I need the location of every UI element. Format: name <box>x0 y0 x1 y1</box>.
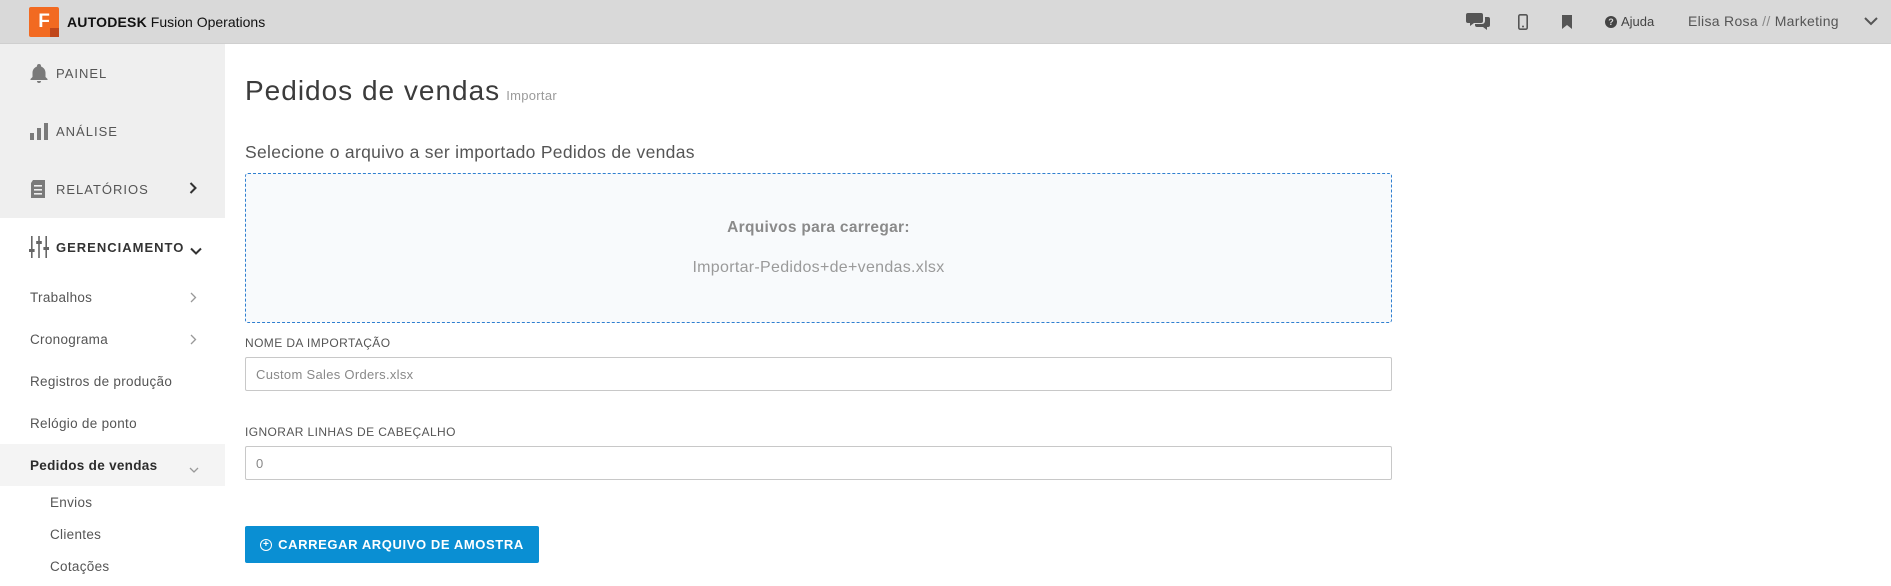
sidebar-item-pedidos-de-vendas[interactable]: Pedidos de vendas <box>0 444 225 486</box>
user-menu[interactable]: Elisa Rosa // Marketing <box>1688 13 1839 29</box>
chevron-down-icon <box>190 243 202 258</box>
sidebar-item-label: Envios <box>50 494 93 510</box>
chevron-right-icon <box>189 182 197 197</box>
sidebar-item-label: Cronograma <box>30 331 109 347</box>
sidebar-item-cronograma[interactable]: Cronograma <box>0 318 225 360</box>
page-title: Pedidos de vendas Importar <box>245 75 557 107</box>
autodesk-logo-icon: F <box>29 7 59 37</box>
sidebar-item-label: Trabalhos <box>30 289 93 305</box>
report-icon <box>29 179 49 199</box>
sidebar: PAINEL ANÁLISE RELATÓRIOS GERENCIAMENTO <box>0 44 225 586</box>
chevron-down-icon <box>189 462 199 477</box>
sidebar-item-painel[interactable]: PAINEL <box>0 44 225 102</box>
app-logo[interactable]: F AUTODESK Fusion Operations <box>29 7 265 37</box>
dropzone-title: Arquivos para carregar: <box>727 219 910 236</box>
page-subtitle: Importar <box>506 88 557 103</box>
sidebar-item-label: PAINEL <box>56 65 108 81</box>
sidebar-item-relatorios[interactable]: RELATÓRIOS <box>0 160 225 218</box>
plus-circle-icon: + <box>260 538 273 551</box>
page-title-text: Pedidos de vendas <box>245 75 501 106</box>
sidebar-item-label: Cotações <box>50 558 110 574</box>
sidebar-item-gerenciamento[interactable]: GERENCIAMENTO <box>0 218 225 276</box>
sidebar-item-cotacoes[interactable]: Cotações <box>0 550 225 582</box>
brand-product: Fusion Operations <box>150 14 266 30</box>
user-name: Elisa Rosa <box>1688 13 1758 29</box>
sidebar-item-trabalhos[interactable]: Trabalhos <box>0 276 225 318</box>
mobile-icon[interactable] <box>1518 14 1528 30</box>
sliders-icon <box>29 236 49 258</box>
sidebar-main-nav: PAINEL ANÁLISE RELATÓRIOS <box>0 44 225 218</box>
bookmark-icon[interactable] <box>1562 15 1572 29</box>
chat-icon[interactable] <box>1466 11 1490 31</box>
sidebar-item-label: ANÁLISE <box>56 123 118 139</box>
brand-name: AUTODESK Fusion Operations <box>67 14 265 30</box>
sidebar-item-registros-de-producao[interactable]: Registros de produção <box>0 360 225 402</box>
sidebar-item-label: RELATÓRIOS <box>56 181 149 197</box>
user-team: Marketing <box>1774 13 1839 29</box>
sidebar-item-envios[interactable]: Envios <box>0 486 225 518</box>
dropzone-file-name: Importar-Pedidos+de+vendas.xlsx <box>692 259 945 276</box>
sidebar-item-label: Relógio de ponto <box>30 415 137 431</box>
help-link[interactable]: ? Ajuda <box>1605 14 1654 29</box>
sidebar-item-analise[interactable]: ANÁLISE <box>0 102 225 160</box>
import-name-label: NOME DA IMPORTAÇÃO <box>245 336 391 350</box>
help-icon: ? <box>1605 15 1617 28</box>
chevron-right-icon <box>190 291 197 306</box>
sidebar-item-label: GERENCIAMENTO <box>56 239 185 255</box>
help-label: Ajuda <box>1621 14 1655 29</box>
brand-bold: AUTODESK <box>67 14 147 30</box>
user-separator: // <box>1762 13 1771 29</box>
bell-icon <box>29 63 49 83</box>
sidebar-item-relogio-de-ponto[interactable]: Relógio de ponto <box>0 402 225 444</box>
bar-chart-icon <box>29 121 49 141</box>
sidebar-item-label: Clientes <box>50 526 102 542</box>
select-file-label: Selecione o arquivo a ser importado Pedi… <box>245 142 695 162</box>
file-dropzone[interactable]: Arquivos para carregar: Importar-Pedidos… <box>245 173 1392 323</box>
chevron-right-icon <box>190 333 197 348</box>
sidebar-item-label: Pedidos de vendas <box>30 457 158 473</box>
upload-sample-label: CARREGAR ARQUIVO DE AMOSTRA <box>278 537 524 552</box>
upload-sample-button[interactable]: + CARREGAR ARQUIVO DE AMOSTRA <box>245 526 539 563</box>
ignore-header-input[interactable] <box>245 446 1392 480</box>
import-name-input[interactable] <box>245 357 1392 391</box>
chevron-down-icon[interactable] <box>1864 16 1878 26</box>
sidebar-item-clientes[interactable]: Clientes <box>0 518 225 550</box>
sidebar-item-label: Registros de produção <box>30 373 173 389</box>
ignore-header-label: IGNORAR LINHAS DE CABEÇALHO <box>245 425 456 439</box>
top-bar: F AUTODESK Fusion Operations ? Ajuda Eli… <box>0 0 1891 44</box>
